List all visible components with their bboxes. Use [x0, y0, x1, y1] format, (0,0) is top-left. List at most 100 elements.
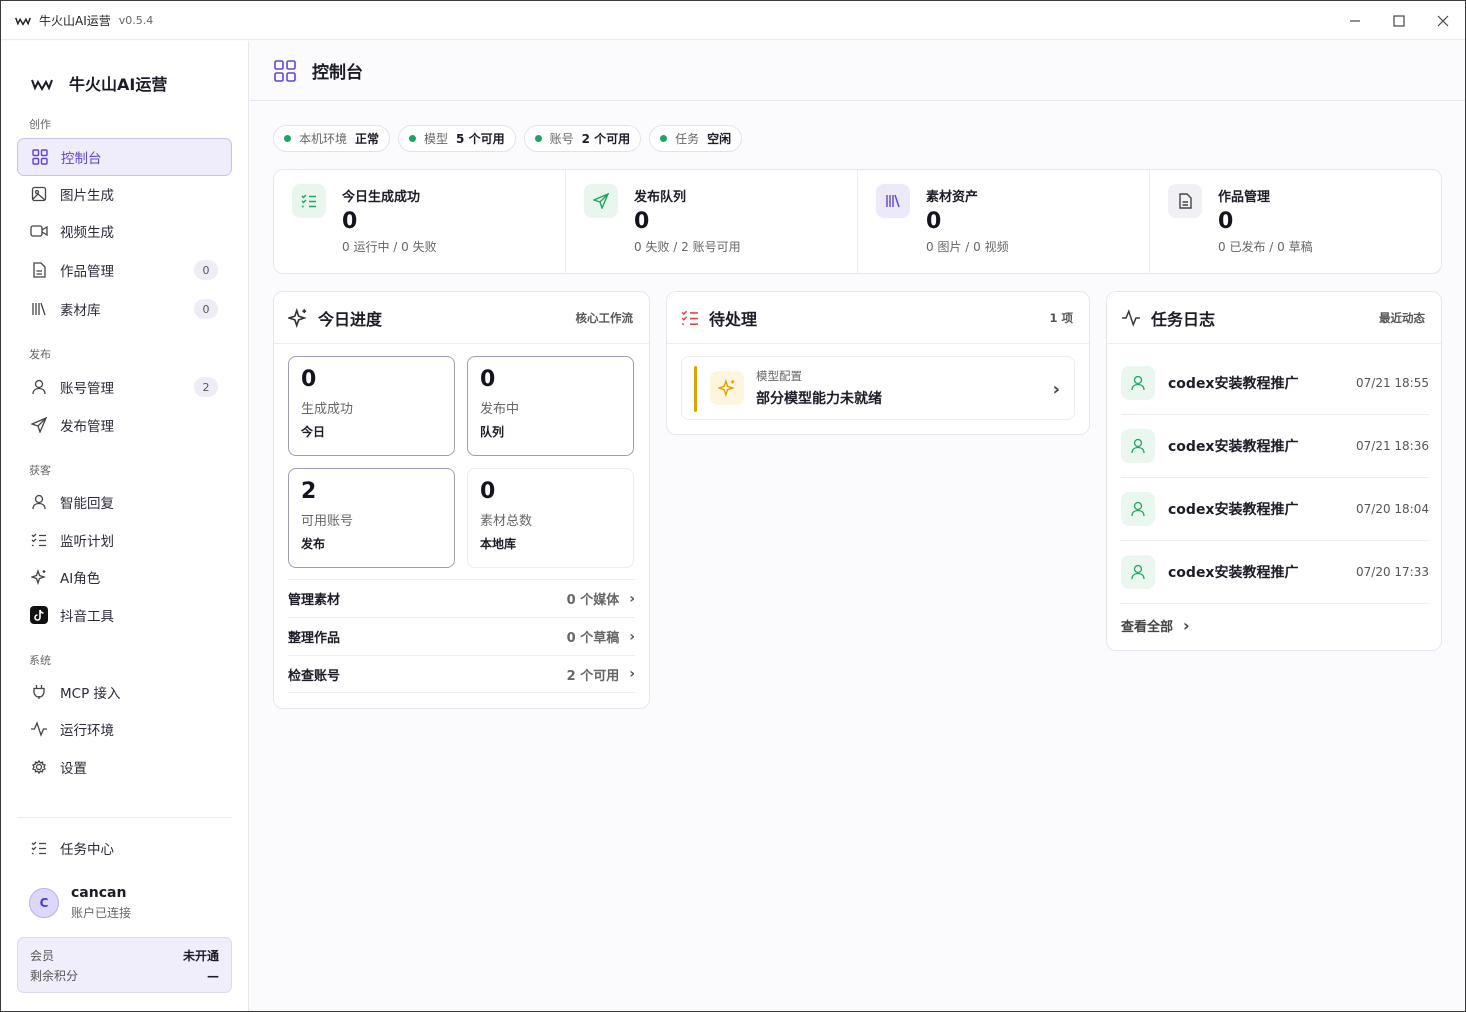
sidebar-item-label: 智能回复: [60, 496, 114, 512]
app-window: 牛火山AI运营 v0.5.4 牛火山AI运营 创作 控制台 图片生成 视频生成 …: [0, 0, 1466, 1012]
sidebar-item-video-gen[interactable]: 视频生成: [17, 213, 232, 249]
stat-value: 0: [342, 209, 358, 234]
gear-icon: [30, 758, 48, 776]
status-chip-env: 本机环境 正常: [273, 125, 391, 152]
stat-value: 0: [634, 209, 650, 234]
sidebar: 牛火山AI运营 创作 控制台 图片生成 视频生成 作品管理 0 素材库 0 发布: [1, 41, 249, 1011]
works-count-badge: 0: [194, 260, 218, 280]
group-label-acquire: 获客: [29, 464, 51, 477]
progress-tile-accounts[interactable]: 2 可用账号 发布: [288, 468, 455, 568]
send-icon: [30, 416, 48, 434]
link-manage-assets[interactable]: 管理素材 0 个媒体 ›: [288, 579, 635, 617]
log-time: 07/20 18:04: [1356, 502, 1429, 516]
sidebar-item-monitor[interactable]: 监听计划: [17, 522, 232, 558]
link-check-accounts[interactable]: 检查账号 2 个可用 ›: [288, 655, 635, 693]
user-name: cancan: [71, 885, 127, 901]
status-dot: [284, 135, 291, 142]
pending-card: 待处理 1 项 模型配置 部分模型能力未就绪 ›: [666, 291, 1090, 435]
pending-category: 模型配置: [756, 369, 802, 383]
stat-label: 作品管理: [1218, 190, 1271, 205]
status-dot: [534, 135, 542, 142]
sidebar-item-ai-role[interactable]: AI角色: [17, 559, 232, 595]
close-button[interactable]: [1421, 1, 1465, 40]
link-organize-works[interactable]: 整理作品 0 个草稿 ›: [288, 617, 635, 655]
status-chip-account: 账号 2 个可用: [523, 125, 642, 152]
user-icon: [30, 378, 48, 396]
task-log-card: 任务日志 最近动态 codex安装教程推广 07/21 18:55 codex安…: [1106, 291, 1442, 651]
status-dot: [409, 135, 417, 142]
card-header: 任务日志 最近动态: [1107, 292, 1441, 344]
sidebar-item-task-center[interactable]: 任务中心: [17, 830, 232, 866]
list-check-icon: [30, 839, 48, 857]
sidebar-item-settings[interactable]: 设置: [17, 749, 232, 785]
sidebar-item-label: 监听计划: [60, 534, 114, 550]
list-check-icon: [681, 310, 698, 325]
sidebar-item-label: 运行环境: [60, 723, 114, 739]
stat-sub: 0 图片 / 0 视频: [926, 240, 1009, 254]
sidebar-item-label: 素材库: [60, 303, 101, 319]
user-profile[interactable]: C cancan 账户已连接: [29, 885, 131, 921]
log-title: codex安装教程推广: [1168, 439, 1299, 455]
document-icon: [30, 261, 48, 279]
sidebar-item-publish[interactable]: 发布管理: [17, 407, 232, 443]
sidebar-item-dashboard[interactable]: 控制台: [17, 138, 232, 176]
log-title: codex安装教程推广: [1168, 376, 1299, 392]
dashboard-icon: [274, 59, 296, 82]
sidebar-item-works[interactable]: 作品管理 0: [17, 252, 232, 288]
sidebar-divider: [17, 817, 232, 818]
sidebar-item-douyin[interactable]: 抖音工具: [17, 597, 232, 633]
activity-icon: [30, 720, 48, 738]
log-item[interactable]: codex安装教程推广 07/21 18:55: [1121, 352, 1429, 415]
maximize-button[interactable]: [1377, 1, 1421, 40]
progress-tile-assets[interactable]: 0 素材总数 本地库: [467, 468, 634, 568]
sidebar-item-image-gen[interactable]: 图片生成: [17, 176, 232, 212]
dashboard-icon: [31, 148, 49, 166]
sidebar-item-smart-reply[interactable]: 智能回复: [17, 484, 232, 520]
close-icon: [1437, 15, 1449, 26]
pending-text: 部分模型能力未就绪: [756, 391, 882, 407]
stat-assets[interactable]: 素材资产 0 0 图片 / 0 视频: [858, 170, 1150, 273]
log-item[interactable]: codex安装教程推广 07/20 18:04: [1121, 478, 1429, 541]
pending-item-model-config[interactable]: 模型配置 部分模型能力未就绪 ›: [681, 356, 1075, 420]
view-all-link[interactable]: 查看全部 ›: [1121, 616, 1190, 635]
user-icon: [1121, 429, 1155, 463]
log-item[interactable]: codex安装教程推广 07/20 17:33: [1121, 541, 1429, 604]
stat-generated-today[interactable]: 今日生成成功 0 0 运行中 / 0 失败: [274, 170, 566, 273]
chevron-right-icon: ›: [629, 666, 635, 682]
stat-sub: 0 失败 / 2 账号可用: [634, 240, 741, 254]
maximize-icon: [1393, 14, 1405, 27]
card-header: 待处理 1 项: [667, 292, 1089, 344]
progress-tile-publishing[interactable]: 0 发布中 队列: [467, 356, 634, 456]
progress-tile-generated[interactable]: 0 生成成功 今日: [288, 356, 455, 456]
sidebar-item-runtime[interactable]: 运行环境: [17, 711, 232, 747]
app-logo-icon: [31, 79, 53, 91]
membership-box[interactable]: 会员 未开通 剩余积分 —: [17, 937, 232, 993]
member-label: 会员: [30, 949, 55, 963]
sidebar-item-accounts[interactable]: 账号管理 2: [17, 369, 232, 405]
log-item[interactable]: codex安装教程推广 07/21 18:36: [1121, 415, 1429, 478]
chevron-right-icon: ›: [629, 628, 635, 645]
sidebar-item-library[interactable]: 素材库 0: [17, 291, 232, 327]
stat-publish-queue[interactable]: 发布队列 0 0 失败 / 2 账号可用: [566, 170, 858, 273]
card-subtitle: 最近动态: [1379, 310, 1425, 325]
list-check-icon: [30, 531, 48, 549]
stat-value: 0: [926, 209, 942, 234]
sidebar-item-label: 视频生成: [60, 225, 114, 241]
sidebar-item-label: 账号管理: [60, 381, 114, 397]
stat-sub: 0 已发布 / 0 草稿: [1218, 240, 1313, 254]
sidebar-item-label: 抖音工具: [60, 609, 114, 625]
stat-value: 0: [1218, 209, 1234, 234]
minimize-button[interactable]: [1333, 1, 1377, 40]
stat-works[interactable]: 作品管理 0 0 已发布 / 0 草稿: [1150, 170, 1441, 273]
sidebar-item-mcp[interactable]: MCP 接入: [17, 674, 232, 710]
card-title: 任务日志: [1151, 309, 1216, 329]
group-label-create: 创作: [29, 118, 51, 131]
activity-icon: [1122, 308, 1140, 327]
card-header: 今日进度 核心工作流: [274, 292, 649, 344]
chevron-right-icon: ›: [1183, 616, 1190, 635]
sidebar-item-label: 作品管理: [60, 264, 114, 280]
log-title: codex安装教程推广: [1168, 565, 1299, 581]
image-icon: [30, 185, 48, 203]
sidebar-item-label: 图片生成: [60, 188, 114, 204]
library-icon: [876, 184, 910, 218]
